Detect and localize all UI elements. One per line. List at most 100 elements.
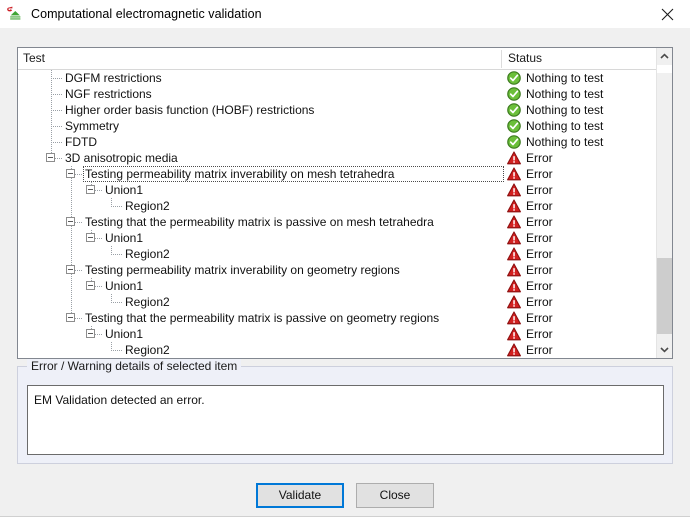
tree-row[interactable]: Region2 Error: [18, 246, 672, 262]
tree-item-label: Symmetry: [65, 119, 119, 133]
status-error-icon: [507, 151, 521, 165]
validation-tree[interactable]: Test Status DGFM restrictions Nothing to …: [17, 47, 673, 359]
status-label: Error: [526, 327, 553, 341]
tree-row[interactable]: Testing permeability matrix inverability…: [18, 262, 672, 278]
status-cell: Error: [507, 166, 553, 182]
status-cell: Error: [507, 310, 553, 326]
status-ok-icon: [507, 71, 521, 85]
chevron-down-icon[interactable]: [657, 341, 672, 358]
tree-row[interactable]: Symmetry Nothing to test: [18, 118, 672, 134]
tree-guide-line: [51, 78, 63, 79]
tree-row[interactable]: Region2 Error: [18, 294, 672, 310]
status-cell: Error: [507, 262, 553, 278]
tree-row[interactable]: Region2 Error: [18, 198, 672, 214]
status-error-icon: [507, 279, 521, 293]
status-cell: Error: [507, 198, 553, 214]
tree-row[interactable]: Region2 Error: [18, 342, 672, 358]
tree-row[interactable]: Union1 Error: [18, 230, 672, 246]
tree-row[interactable]: Union1 Error: [18, 278, 672, 294]
status-cell: Error: [507, 342, 553, 358]
status-label: Error: [526, 295, 553, 309]
tree-row[interactable]: Union1 Error: [18, 326, 672, 342]
scrollbar-track-notch: [657, 65, 672, 73]
tree-collapse-toggle[interactable]: [86, 329, 95, 338]
tree-guide-line: [51, 126, 63, 127]
tree-item-label: Testing permeability matrix inverability…: [85, 263, 400, 277]
tree-row[interactable]: Testing that the permeability matrix is …: [18, 214, 672, 230]
status-cell: Error: [507, 294, 553, 310]
chevron-up-icon[interactable]: [657, 48, 672, 65]
scrollbar-thumb[interactable]: [657, 258, 672, 334]
tree-item-label: Testing that the permeability matrix is …: [85, 311, 440, 325]
tree-collapse-toggle[interactable]: [66, 313, 75, 322]
status-label: Error: [526, 343, 553, 357]
scrollbar-track[interactable]: [657, 65, 672, 341]
error-details-textarea[interactable]: EM Validation detected an error.: [27, 385, 664, 455]
tree-row[interactable]: 3D anisotropic media Error: [18, 150, 672, 166]
status-cell: Error: [507, 214, 553, 230]
tree-guide-line: [111, 198, 112, 206]
status-error-icon: [507, 311, 521, 325]
tree-guide-line: [111, 254, 123, 255]
em-validation-dialog: Computational electromagnetic validation…: [0, 0, 690, 517]
tree-row[interactable]: Higher order basis function (HOBF) restr…: [18, 102, 672, 118]
tree-item-label: Region2: [125, 247, 170, 261]
column-header-status[interactable]: Status: [508, 51, 542, 65]
tree-item-label: NGF restrictions: [65, 87, 152, 101]
status-error-icon: [507, 263, 521, 277]
status-cell: Nothing to test: [507, 118, 603, 134]
tree-guide-line: [51, 110, 63, 111]
tree-item-label: Higher order basis function (HOBF) restr…: [65, 103, 315, 117]
status-error-icon: [507, 215, 521, 229]
tree-item-label: Testing permeability matrix inverability…: [85, 167, 395, 181]
tree-collapse-toggle[interactable]: [46, 153, 55, 162]
tree-row[interactable]: Testing permeability matrix inverability…: [18, 166, 672, 182]
tree-row[interactable]: NGF restrictions Nothing to test: [18, 86, 672, 102]
status-label: Nothing to test: [526, 103, 604, 117]
groupbox-title: Error / Warning details of selected item: [27, 359, 242, 373]
tree-guide-line: [71, 230, 72, 246]
tree-row[interactable]: DGFM restrictions Nothing to test: [18, 70, 672, 86]
status-error-icon: [507, 231, 521, 245]
tree-guide-line: [51, 94, 63, 95]
tree-row[interactable]: Union1 Error: [18, 182, 672, 198]
tree-row[interactable]: Testing that the permeability matrix is …: [18, 310, 672, 326]
tree-guide-line: [71, 198, 72, 214]
status-label: Error: [526, 151, 553, 165]
tree-row[interactable]: FDTD Nothing to test: [18, 134, 672, 150]
tree-collapse-toggle[interactable]: [66, 217, 75, 226]
tree-item-label: Region2: [125, 343, 170, 357]
tree-collapse-toggle[interactable]: [86, 281, 95, 290]
status-label: Error: [526, 183, 553, 197]
tree-collapse-toggle[interactable]: [66, 265, 75, 274]
tree-vertical-scrollbar[interactable]: [656, 48, 672, 358]
tree-guide-line: [111, 206, 123, 207]
dialog-button-row: Validate Close: [0, 480, 690, 510]
status-label: Nothing to test: [526, 119, 604, 133]
status-label: Error: [526, 199, 553, 213]
status-label: Error: [526, 279, 553, 293]
tree-collapse-toggle[interactable]: [86, 233, 95, 242]
status-ok-icon: [507, 135, 521, 149]
tree-guide-line: [71, 278, 72, 294]
validate-button[interactable]: Validate: [256, 482, 344, 508]
close-icon[interactable]: [644, 0, 690, 28]
status-error-icon: [507, 199, 521, 213]
tree-item-label: Region2: [125, 295, 170, 309]
status-error-icon: [507, 343, 521, 357]
status-cell: Error: [507, 182, 553, 198]
tree-item-label: FDTD: [65, 135, 97, 149]
window-title: Computational electromagnetic validation: [31, 7, 262, 21]
header-divider: [501, 50, 502, 68]
close-button[interactable]: Close: [356, 482, 434, 508]
tree-collapse-toggle[interactable]: [66, 169, 75, 178]
tree-collapse-toggle[interactable]: [86, 185, 95, 194]
status-ok-icon: [507, 103, 521, 117]
status-ok-icon: [507, 87, 521, 101]
tree-item-label: Union1: [105, 231, 144, 245]
status-error-icon: [507, 295, 521, 309]
column-header-test[interactable]: Test: [23, 51, 45, 65]
status-label: Nothing to test: [526, 135, 604, 149]
status-cell: Error: [507, 278, 553, 294]
status-label: Error: [526, 215, 553, 229]
